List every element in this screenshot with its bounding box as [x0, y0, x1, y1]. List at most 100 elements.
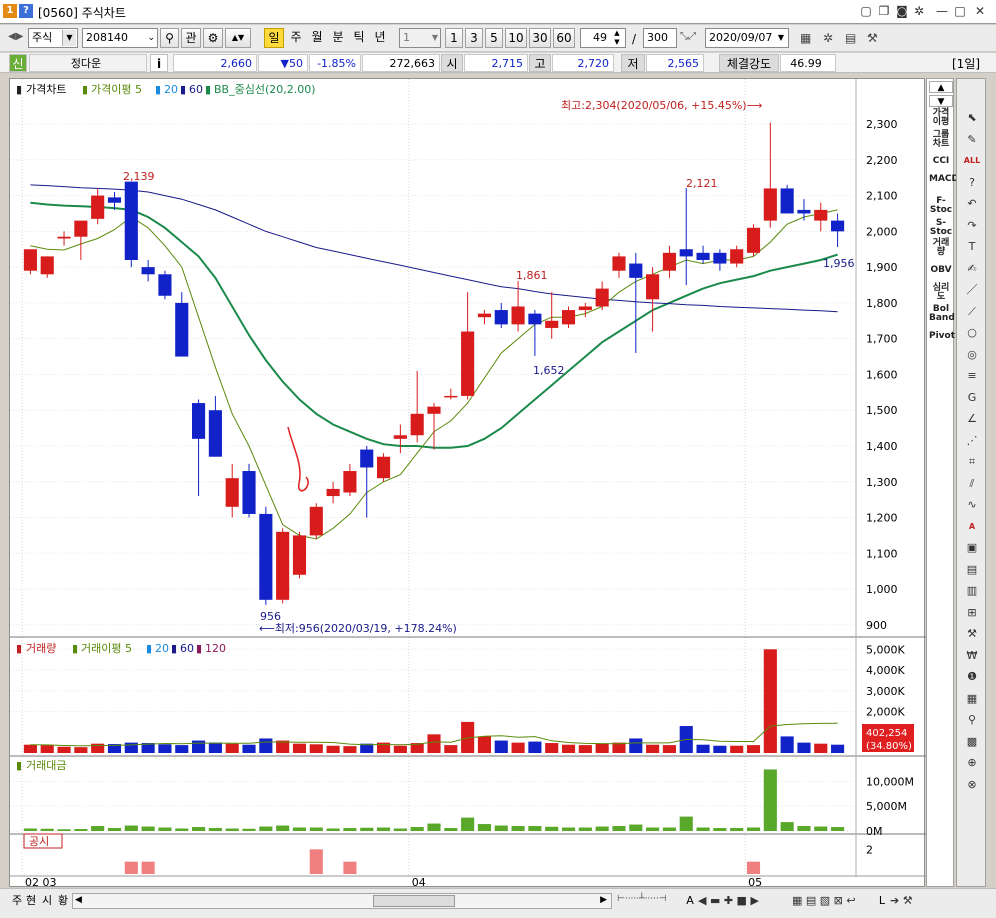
all-icon[interactable]: ALL — [961, 152, 983, 170]
price-icon[interactable]: ₩ — [961, 647, 983, 665]
nav-buttons[interactable]: ◀ ▬ ✚ ■ ▶ — [698, 894, 759, 907]
gann-icon[interactable]: G — [961, 389, 983, 407]
market-select[interactable]: 주식 ▼ — [28, 28, 78, 48]
interval-5-button[interactable]: 5 — [485, 28, 503, 48]
indicator-group[interactable]: 그룹차트 — [929, 131, 953, 149]
scroll-up-icon[interactable]: ▲ — [929, 81, 953, 93]
circle-icon[interactable]: ○ — [961, 324, 983, 342]
zoom-slider[interactable]: ⊢·····┴·····⊣ — [617, 894, 679, 908]
period-minute-button[interactable]: 분 — [328, 28, 348, 48]
text-icon[interactable]: T — [961, 238, 983, 256]
search-icon[interactable]: ⚲ — [961, 711, 983, 729]
fibo-icon[interactable]: ≡ — [961, 367, 983, 385]
settings-icon[interactable]: ✲ — [823, 31, 833, 45]
scroll-down-icon[interactable]: ▼ — [929, 95, 953, 107]
period-month-button[interactable]: 월 — [307, 28, 327, 48]
chevron-down-icon[interactable]: ▼ — [432, 29, 438, 47]
chart-area[interactable]: 2,300 2,200 2,100 2,000 1,900 1,800 1,700 1,600… — [9, 78, 926, 888]
save-chart-icon[interactable]: ▦ — [800, 31, 811, 45]
indicator-cci[interactable]: CCI — [929, 157, 953, 166]
gear-icon[interactable]: ✲ — [911, 3, 927, 19]
chart-controls[interactable]: ▦ ▤ ▧ ⊠ ↩ — [792, 894, 856, 907]
refresh-icon[interactable]: ⚙ — [203, 28, 223, 48]
eraser-icon[interactable]: ✎ — [961, 131, 983, 149]
indicator-psy[interactable]: 심리도 — [929, 284, 953, 302]
log-scale-button[interactable]: L — [876, 893, 888, 909]
expand-icon[interactable]: ⤡⤢ — [680, 31, 696, 42]
auto-icon[interactable]: A — [961, 518, 983, 536]
alert-icon[interactable]: ❶ — [961, 668, 983, 686]
window-number-badge[interactable]: 1 — [3, 4, 17, 18]
compare-icon[interactable]: ⊞ — [961, 604, 983, 622]
print-icon[interactable]: ▤ — [845, 31, 856, 45]
auto-scale-button[interactable]: A — [684, 893, 696, 909]
interval-3-button[interactable]: 3 — [465, 28, 483, 48]
view-count-stepper[interactable]: 49 ▲ ▼ — [580, 28, 626, 48]
tab-current[interactable]: 현 — [24, 893, 38, 909]
lock-icon[interactable]: ◀▶ — [8, 31, 26, 45]
scroll-right-icon[interactable]: ▶ — [600, 895, 607, 905]
camera-icon[interactable]: ◙ — [894, 3, 910, 19]
cycle-icon[interactable]: ◎ — [961, 346, 983, 364]
indicator-obv[interactable]: OBV — [929, 266, 953, 275]
chevron-down-icon[interactable]: ▼ — [775, 30, 787, 46]
cursor-icon[interactable]: ⬉ — [961, 109, 983, 127]
chart-icon[interactable]: ▥ — [961, 582, 983, 600]
interval-select[interactable]: 1 ▼ — [399, 28, 441, 48]
grid-icon[interactable]: ⌗ — [961, 453, 983, 471]
interval-30-button[interactable]: 30 — [529, 28, 551, 48]
angle-icon[interactable]: ∠ — [961, 410, 983, 428]
indicator-bolband[interactable]: Bol Band — [929, 305, 955, 323]
help-badge[interactable]: ? — [19, 4, 33, 18]
stock-chart-svg[interactable]: 2,300 2,200 2,100 2,000 1,900 1,800 1,700 1,600… — [10, 79, 926, 888]
screen-icon[interactable]: ▣ — [961, 539, 983, 557]
total-count-input[interactable]: 300 — [643, 28, 677, 48]
period-day-button[interactable]: 일 — [264, 28, 284, 48]
updown-icon[interactable]: ▲▼ — [225, 28, 251, 48]
stepper-icon[interactable]: ▲ ▼ — [610, 29, 624, 47]
period-week-button[interactable]: 주 — [286, 28, 306, 48]
chevron-down-icon[interactable]: ⌄ — [147, 29, 155, 47]
indicator-pivot[interactable]: Pivot — [929, 332, 955, 341]
date-picker[interactable]: 2020/09/07 ▼ — [705, 28, 789, 48]
search-icon[interactable]: ⚲ — [160, 28, 179, 48]
indicator-fstoc[interactable]: F-Stoc — [929, 197, 953, 215]
indicator-macd[interactable]: MACD — [929, 175, 959, 184]
close-icon[interactable]: ✕ — [972, 3, 988, 19]
maximize-icon[interactable]: □ — [952, 3, 968, 19]
target-icon[interactable]: ⊗ — [961, 776, 983, 794]
copy-icon[interactable]: ❐ — [876, 3, 892, 19]
scrollbar-thumb[interactable] — [373, 895, 455, 907]
dock-icon[interactable]: ▢ — [858, 3, 874, 19]
marker-icon[interactable]: ✍ — [961, 260, 983, 278]
wave-icon[interactable]: ∿ — [961, 496, 983, 514]
tab-week[interactable]: 주 — [10, 893, 24, 909]
fan-icon[interactable]: ⋰ — [961, 432, 983, 450]
info-button[interactable]: i — [150, 54, 168, 72]
news-icon[interactable]: ▦ — [961, 690, 983, 708]
watch-button[interactable]: 관 — [181, 28, 201, 48]
tool-icon[interactable]: ⚒ — [961, 625, 983, 643]
help-icon[interactable]: ? — [961, 174, 983, 192]
horizontal-scrollbar[interactable]: ◀ ▶ — [72, 893, 612, 909]
undo-icon[interactable]: ↶ — [961, 195, 983, 213]
period-year-button[interactable]: 년 — [370, 28, 390, 48]
interval-60-button[interactable]: 60 — [553, 28, 575, 48]
channel-icon[interactable]: ⫽ — [961, 475, 983, 493]
excel-icon[interactable]: ▩ — [961, 733, 983, 751]
chevron-down-icon[interactable]: ▼ — [62, 30, 76, 46]
period-tick-button[interactable]: 틱 — [349, 28, 369, 48]
line-icon[interactable]: ／ — [961, 281, 983, 299]
tab-status[interactable]: 황 — [56, 893, 70, 909]
stock-code-input[interactable]: 208140 ⌄ — [82, 28, 158, 48]
tool-icon[interactable]: ⚒ — [867, 31, 878, 45]
scroll-left-icon[interactable]: ◀ — [75, 895, 82, 905]
interval-1-button[interactable]: 1 — [445, 28, 463, 48]
trend-icon[interactable]: ⟋ — [961, 303, 983, 321]
minimize-icon[interactable]: — — [934, 3, 950, 19]
indicator-sstoc[interactable]: S-Stoc — [929, 219, 953, 237]
zoom-icon[interactable]: ⊕ — [961, 754, 983, 772]
tab-market[interactable]: 시 — [40, 893, 54, 909]
note-icon[interactable]: ▤ — [961, 561, 983, 579]
interval-10-button[interactable]: 10 — [505, 28, 527, 48]
